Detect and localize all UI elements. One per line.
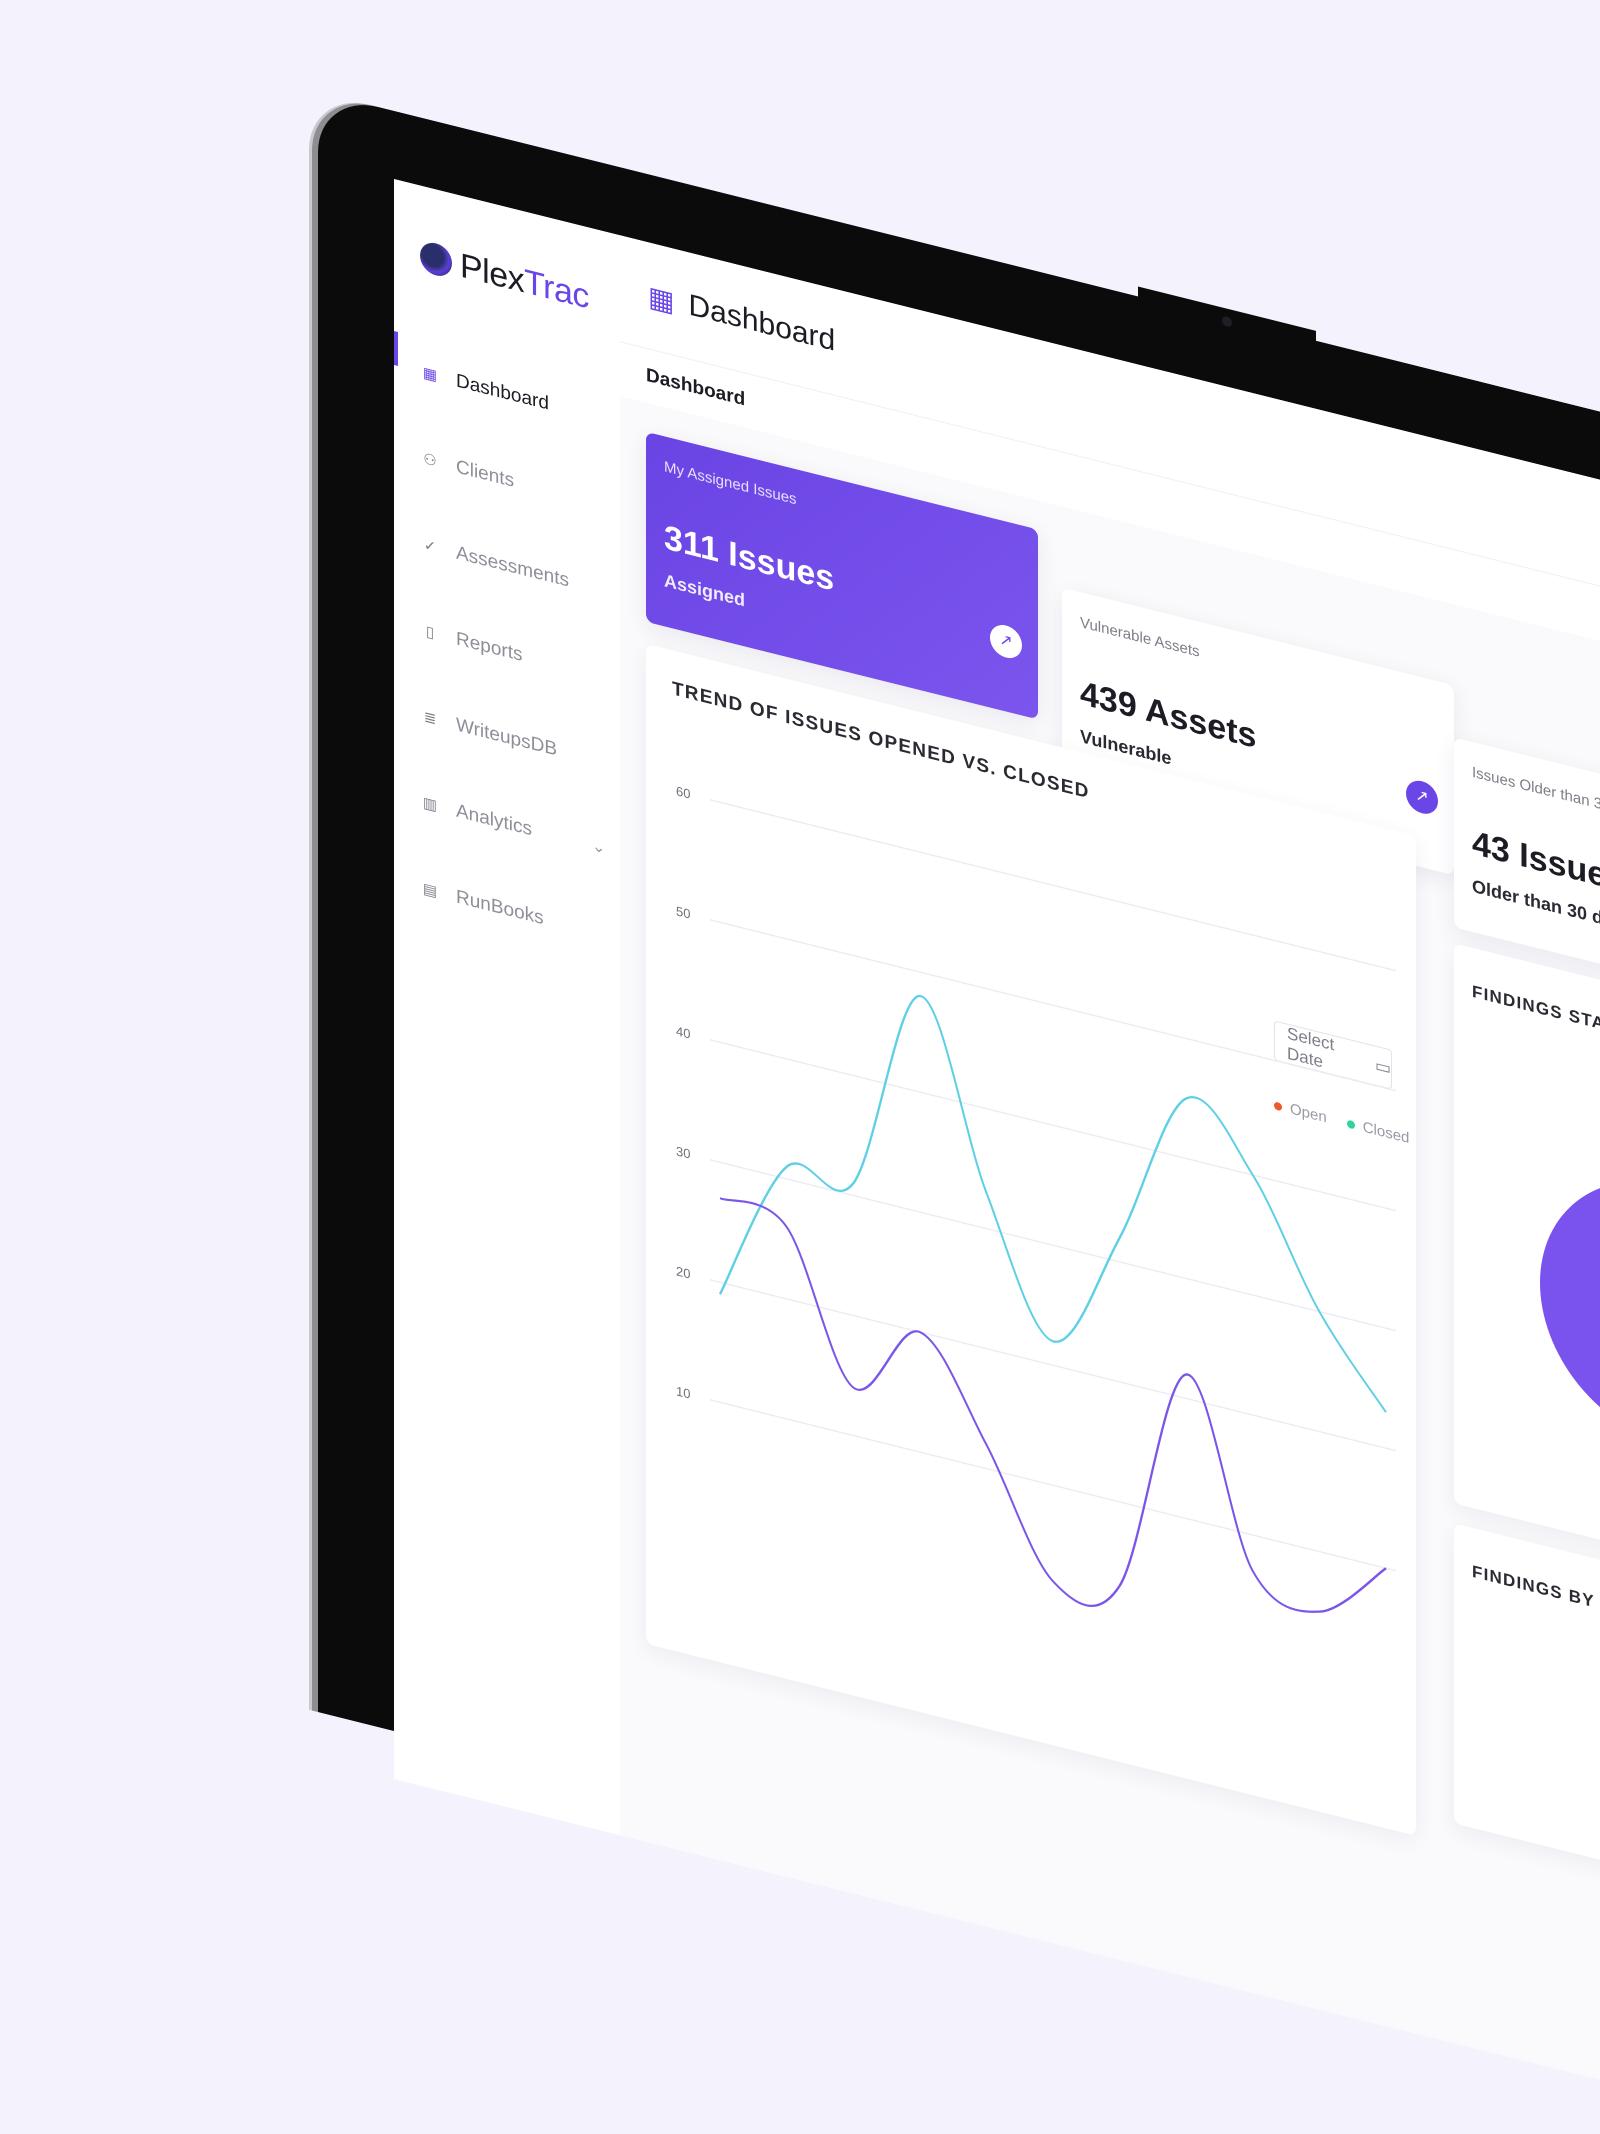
findings-status-card: FINDINGS STATU <box>1454 943 1600 1603</box>
arrow-up-right-icon[interactable]: ↗ <box>1406 777 1438 818</box>
card-label: Vulnerable Assets <box>1080 613 1200 661</box>
card-subtitle: Assigned <box>664 570 746 611</box>
findings-status-title: FINDINGS STATU <box>1472 981 1600 1040</box>
trend-chart-card: TREND OF ISSUES OPENED VS. CLOSED Select… <box>646 643 1416 1836</box>
y-tick-label: 60 <box>676 783 690 801</box>
closed-series-line[interactable] <box>719 946 1387 1460</box>
laptop-frame: PlexTrac ▦ Dashboard ⚇ Clients ✓ Assessment… <box>318 92 1600 2129</box>
y-tick-label: 10 <box>676 1383 690 1401</box>
database-icon: ≣ <box>423 708 437 729</box>
users-icon: ⚇ <box>423 450 437 471</box>
sidebar-item-label: WriteupsDB <box>456 714 558 761</box>
sidebar-item-label: Dashboard <box>456 370 549 415</box>
camera-icon <box>1222 315 1232 328</box>
check-circle-icon: ✓ <box>423 536 437 557</box>
breadcrumb[interactable]: Dashboard <box>646 365 745 412</box>
logo[interactable]: PlexTrac <box>394 179 620 335</box>
dashboard-grid-icon: ▦ <box>648 279 675 318</box>
logo-text-prefix: Plex <box>460 245 525 300</box>
sidebar-item-label: RunBooks <box>456 886 544 930</box>
logo-text-suffix: Trac <box>524 261 589 317</box>
page-title: Dashboard <box>688 288 836 358</box>
book-icon: ▤ <box>422 880 438 901</box>
dashboard-grid-icon: ▦ <box>422 364 438 385</box>
bar-chart-icon: ▥ <box>422 794 438 815</box>
findings-by-title: FINDINGS BY S <box>1472 1561 1600 1616</box>
card-label: My Assigned Issues <box>664 458 797 509</box>
y-tick-label: 30 <box>676 1143 690 1161</box>
open-series-line[interactable] <box>719 1195 1387 1680</box>
camera-notch <box>1138 286 1316 365</box>
sidebar-item-label: Reports <box>456 628 523 666</box>
main-content: ▦ Dashboard Dashboard My Assigned Issues… <box>620 235 1600 2129</box>
trend-line-chart: 10 20 30 40 50 60 <box>676 783 1396 1680</box>
y-tick-label: 40 <box>676 1023 690 1041</box>
findings-donut[interactable] <box>1540 1152 1600 1478</box>
findings-by-card: FINDINGS BY S <box>1454 1523 1600 1923</box>
sidebar: PlexTrac ▦ Dashboard ⚇ Clients ✓ Assessment… <box>394 178 621 1836</box>
sidebar-item-label: Analytics <box>456 800 533 841</box>
file-icon: ▯ <box>425 622 435 642</box>
sidebar-item-label: Clients <box>456 456 515 492</box>
sidebar-nav: ▦ Dashboard ⚇ Clients ✓ Assessments ▯ Report… <box>394 323 620 981</box>
screen: PlexTrac ▦ Dashboard ⚇ Clients ✓ Assessment… <box>394 178 1600 2129</box>
arrow-up-right-icon[interactable]: ↗ <box>990 621 1022 662</box>
y-tick-label: 20 <box>676 1263 690 1281</box>
chevron-down-icon[interactable]: ⌄ <box>592 835 605 858</box>
card-label: Issues Older than 3 <box>1472 763 1600 814</box>
logo-icon <box>420 239 452 280</box>
y-tick-label: 50 <box>676 903 690 921</box>
sidebar-item-label: Assessments <box>456 542 569 592</box>
